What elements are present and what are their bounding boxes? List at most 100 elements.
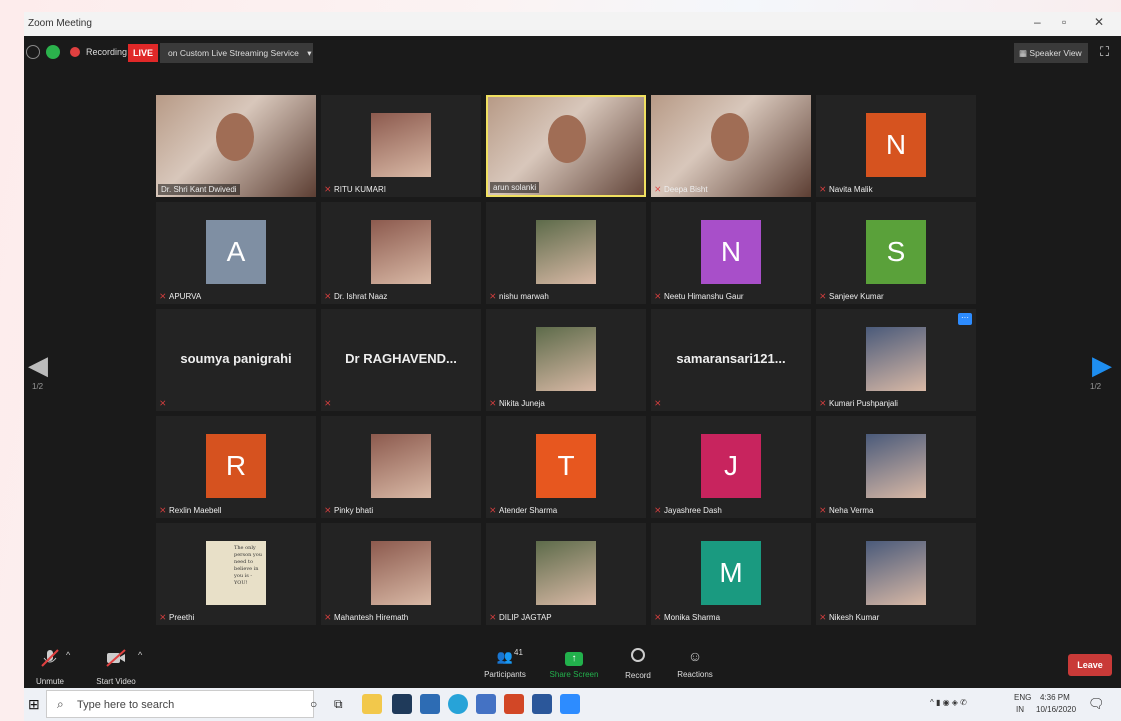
start-video-button[interactable]: Start Video [88, 648, 144, 686]
participant-tile[interactable]: J ⨯ Jayashree Dash [651, 416, 811, 518]
shield-icon[interactable] [46, 45, 60, 59]
participant-tile[interactable]: Dr. Shri Kant Dwivedi [156, 95, 316, 197]
participant-tile[interactable]: ⨯ Deepa Bisht [651, 95, 811, 197]
powerpoint-icon[interactable] [504, 694, 524, 714]
participants-button[interactable]: 👥 41 Participants [480, 648, 530, 679]
muted-mic-icon: ⨯ [819, 612, 827, 622]
avatar-letter: T [536, 434, 596, 498]
zoom-icon[interactable] [560, 694, 580, 714]
close-icon[interactable]: ✕ [1094, 15, 1104, 29]
participant-tile[interactable]: N ⨯ Neetu Himanshu Gaur [651, 202, 811, 304]
taskbar-search-input[interactable]: ⌕ Type here to search [46, 690, 314, 718]
profile-picture [371, 541, 431, 605]
muted-mic-icon: ⨯ [324, 505, 332, 515]
participant-name: Navita Malik [829, 185, 873, 194]
participant-name: Atender Sharma [499, 506, 558, 515]
stream-label: on Custom Live Streaming Service [168, 48, 299, 58]
word-icon[interactable] [532, 694, 552, 714]
participant-tile[interactable]: ⨯ Kumari Pushpanjali ··· [816, 309, 976, 411]
muted-mic-icon: ⨯ [324, 398, 332, 408]
participant-tile[interactable]: T ⨯ Atender Sharma [486, 416, 646, 518]
participant-name: Nikesh Kumar [829, 613, 880, 622]
record-icon [631, 648, 645, 662]
participant-tile[interactable]: ⨯ Mahantesh Hiremath [321, 523, 481, 625]
prev-page-arrow-icon[interactable]: ◀ [28, 350, 48, 381]
next-page-arrow-icon[interactable]: ▶ [1092, 350, 1112, 381]
quote-image-text: The only person you need to believe in y… [234, 545, 262, 586]
participant-tile[interactable]: ⨯ RITU KUMARI [321, 95, 481, 197]
start-video-label: Start Video [96, 677, 136, 686]
participant-tile[interactable]: ⨯ Pinky bhati [321, 416, 481, 518]
participant-name: Jayashree Dash [664, 506, 722, 515]
task-view-icon[interactable]: ⧉ [334, 697, 343, 712]
participant-tile[interactable]: R ⨯ Rexlin Maebell [156, 416, 316, 518]
participant-name: APURVA [169, 292, 202, 301]
participant-tile[interactable]: ⨯ Dr. Ishrat Naaz [321, 202, 481, 304]
profile-picture [371, 220, 431, 284]
maximize-icon[interactable]: ▫ [1062, 15, 1066, 29]
notification-icon[interactable]: 🗨 [1088, 696, 1105, 712]
participant-display-name: soumya panigrahi [180, 351, 292, 366]
tray-icons[interactable]: ^ ▮ ◉ ◈ ✆ [930, 698, 967, 707]
participant-tile[interactable]: N ⨯ Navita Malik [816, 95, 976, 197]
participant-video [651, 95, 811, 197]
live-stream-dropdown[interactable]: on Custom Live Streaming Service ▾ [160, 43, 313, 63]
language-indicator[interactable]: ENG [1014, 693, 1031, 702]
participant-tile[interactable]: S ⨯ Sanjeev Kumar [816, 202, 976, 304]
speaker-view-button[interactable]: ▦ Speaker View [1014, 43, 1088, 63]
window-titlebar: Zoom Meeting – ▫ ✕ [24, 12, 1121, 36]
participant-tile[interactable]: ⨯ Nikita Juneja [486, 309, 646, 411]
page-indicator-left: 1/2 [32, 382, 44, 391]
participant-video [156, 95, 316, 197]
participant-tile[interactable]: ⨯ DILIP JAGTAP [486, 523, 646, 625]
participant-name: Dr. Shri Kant Dwivedi [158, 184, 240, 195]
record-button[interactable]: Record [618, 648, 658, 680]
unmute-button[interactable]: Unmute [30, 648, 70, 686]
app-icon[interactable] [476, 694, 496, 714]
participant-tile[interactable]: samaransari121... ⨯ [651, 309, 811, 411]
info-icon[interactable] [26, 45, 40, 59]
meeting-controls-bar: Unmute ^ Start Video ^ 👥 41 Participants… [24, 636, 1121, 688]
edge-icon[interactable] [448, 694, 468, 714]
participant-tile[interactable]: A ⨯ APURVA [156, 202, 316, 304]
minimize-icon[interactable]: – [1034, 15, 1041, 29]
profile-picture [866, 541, 926, 605]
participant-tile[interactable]: M ⨯ Monika Sharma [651, 523, 811, 625]
participant-name: Deepa Bisht [664, 185, 708, 194]
reactions-button[interactable]: ☺ Reactions [670, 648, 720, 679]
share-screen-button[interactable]: ↑ Share Screen [544, 648, 604, 679]
muted-mic-icon: ⨯ [324, 184, 332, 194]
participant-name: Pinky bhati [334, 506, 374, 515]
muted-mic-icon: ⨯ [819, 184, 827, 194]
windows-start-icon[interactable]: ⊞ [28, 696, 40, 713]
video-options-chevron-icon[interactable]: ^ [138, 650, 142, 660]
participant-tile[interactable]: The only person you need to believe in y… [156, 523, 316, 625]
leave-button[interactable]: Leave [1068, 654, 1112, 676]
participant-tile[interactable]: arun solanki [486, 95, 646, 197]
profile-picture [866, 434, 926, 498]
participant-tile[interactable]: ⨯ Neha Verma [816, 416, 976, 518]
profile-picture [536, 220, 596, 284]
store-icon[interactable] [392, 694, 412, 714]
muted-mic-icon: ⨯ [654, 184, 662, 194]
participant-name: Dr. Ishrat Naaz [334, 292, 388, 301]
participant-tile[interactable]: ⨯ nishu marwah [486, 202, 646, 304]
audio-options-chevron-icon[interactable]: ^ [66, 650, 70, 660]
avatar-letter: S [866, 220, 926, 284]
avatar-letter: N [866, 113, 926, 177]
recording-label[interactable]: Recording [86, 47, 127, 57]
mail-icon[interactable] [420, 694, 440, 714]
participant-tile[interactable]: Dr RAGHAVEND... ⨯ [321, 309, 481, 411]
muted-mic-icon: ⨯ [159, 291, 167, 301]
fullscreen-icon[interactable]: ⛶ [1100, 44, 1109, 60]
profile-picture [866, 327, 926, 391]
cortana-icon[interactable]: ○ [310, 697, 317, 711]
participant-name: Rexlin Maebell [169, 506, 222, 515]
participant-tile[interactable]: ⨯ Nikesh Kumar [816, 523, 976, 625]
muted-mic-icon: ⨯ [159, 612, 167, 622]
participant-tile[interactable]: soumya panigrahi ⨯ [156, 309, 316, 411]
live-badge[interactable]: LIVE [128, 44, 158, 62]
clock-time[interactable]: 4:36 PM [1040, 693, 1070, 702]
more-options-icon[interactable]: ··· [958, 313, 972, 325]
file-explorer-icon[interactable] [362, 694, 382, 714]
